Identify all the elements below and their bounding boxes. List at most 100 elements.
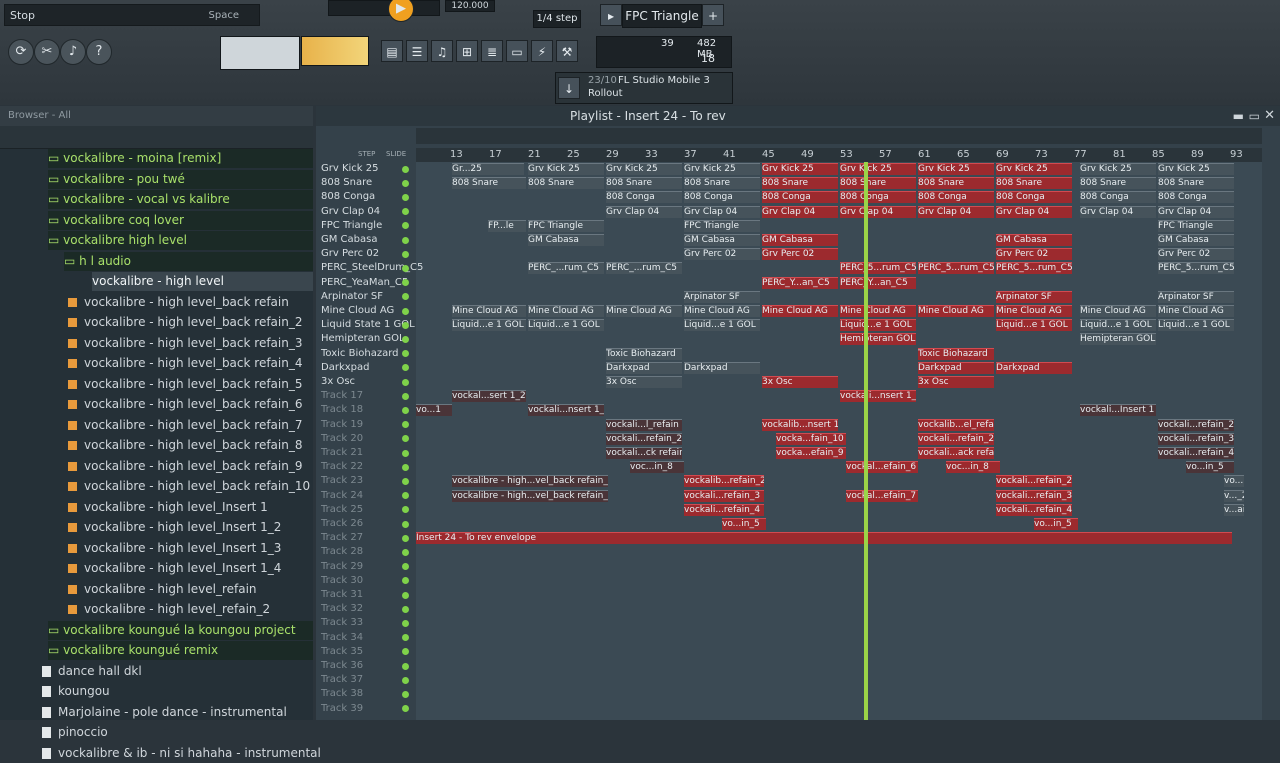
playlist-clip[interactable]: vockal...efain_6 xyxy=(846,461,918,474)
track-name[interactable]: Track 32 xyxy=(321,602,363,616)
track-name[interactable]: Track 23 xyxy=(321,474,363,488)
news-panel[interactable]: ↓ 23/10 FL Studio Mobile 3 Rollout xyxy=(555,72,733,104)
playlist-clip[interactable]: 808 Conga xyxy=(606,191,682,204)
playlist-clip[interactable]: PERC_...rum_C5 xyxy=(606,262,682,275)
playlist-clip[interactable]: vockali...refain_2 xyxy=(606,432,682,445)
playlist-clip[interactable]: vockali...nsert 1_3 xyxy=(528,404,604,417)
track-mute-led[interactable] xyxy=(402,236,409,244)
playlist-clip[interactable]: Grv Perc 02 xyxy=(1158,248,1234,261)
playlist-clip[interactable]: vockali...refain_2 xyxy=(918,432,994,445)
track-name[interactable]: Grv Kick 25 xyxy=(321,162,379,176)
playlist-clip[interactable]: vockali...refain_3 xyxy=(996,489,1072,502)
track-name[interactable]: PERC_YeaMan_C5 xyxy=(321,276,408,290)
track-name[interactable]: Track 17 xyxy=(321,389,363,403)
playlist-clip[interactable]: vockali...Insert 1 xyxy=(1080,404,1156,417)
loop-record-icon[interactable]: ⟳ xyxy=(8,39,34,65)
playlist-clip[interactable]: 808 Snare xyxy=(606,177,682,190)
playlist-clip[interactable]: Liquid...e 1 GOL xyxy=(1080,319,1156,332)
browser-file[interactable]: vockalibre - high level_refain_2 xyxy=(68,600,313,619)
playlist-clip[interactable]: Mine Cloud AG xyxy=(762,305,838,317)
track-name[interactable]: 808 Conga xyxy=(321,190,375,204)
playlist-clip[interactable]: 808 Snare xyxy=(918,177,994,190)
playlist-clip[interactable]: PERC_Y...an_C5 xyxy=(840,276,916,289)
browser-file[interactable]: vockalibre - high level_back refain_8 xyxy=(68,436,313,455)
playlist-clip[interactable]: Grv Clap 04 xyxy=(606,205,682,218)
track-mute-led[interactable] xyxy=(402,705,409,713)
track-name[interactable]: Track 37 xyxy=(321,673,363,687)
playlist-clip[interactable]: FPC Triangle xyxy=(528,219,604,232)
playlist-clip[interactable]: Grv Clap 04 xyxy=(762,205,838,218)
browser-folder[interactable]: ▭ vockalibre - vocal vs kalibre xyxy=(48,190,313,209)
playlist-clip[interactable]: Liquid...e 1 GOL xyxy=(1158,319,1234,332)
track-mute-led[interactable] xyxy=(402,307,409,315)
track-name[interactable]: Track 25 xyxy=(321,503,363,517)
playlist-clip[interactable]: vo...1 xyxy=(416,404,452,417)
playlist-clip[interactable]: Toxic Biohazard xyxy=(918,347,994,360)
track-area[interactable]: Gr...25 Grv Kick 25 Grv Kick 25 Grv Kick 25… xyxy=(416,162,1262,720)
track-mute-led[interactable] xyxy=(402,577,409,585)
track-name[interactable]: Track 36 xyxy=(321,659,363,673)
track-mute-led[interactable] xyxy=(402,406,409,414)
track-mute-led[interactable] xyxy=(402,378,409,386)
playlist-clip[interactable]: Grv Clap 04 xyxy=(1080,205,1156,218)
playhead[interactable] xyxy=(864,162,868,720)
playlist-clip[interactable]: 808 Snare xyxy=(996,177,1072,190)
playlist-clip[interactable]: Grv Clap 04 xyxy=(918,205,994,218)
playlist-clip[interactable]: Mine Cloud AG xyxy=(1080,305,1156,317)
playlist-clip[interactable]: FPC Triangle xyxy=(684,219,760,232)
playlist-clip[interactable]: Darkxpad xyxy=(606,361,682,374)
playlist-clip[interactable]: v...ain xyxy=(1224,503,1244,516)
tools-icon[interactable]: ⚒ xyxy=(556,40,578,62)
close-icon[interactable]: ✕ xyxy=(1264,108,1275,123)
track-name[interactable]: Track 19 xyxy=(321,418,363,432)
track-mute-led[interactable] xyxy=(402,520,409,528)
channel-add-button[interactable]: + xyxy=(702,4,724,26)
playlist-clip[interactable]: 808 Conga xyxy=(762,191,838,204)
track-name[interactable]: Track 28 xyxy=(321,545,363,559)
playlist-clip[interactable]: Grv Kick 25 xyxy=(1158,163,1234,175)
playlist-clip[interactable]: Liquid...e 1 GOL xyxy=(528,319,604,332)
track-mute-led[interactable] xyxy=(402,392,409,400)
playlist-clip[interactable]: vockali...refain_4 xyxy=(1158,447,1234,459)
track-mute-led[interactable] xyxy=(402,321,409,329)
browser-document[interactable]: pinoccio xyxy=(42,723,313,742)
playlist-clip[interactable]: GM Cabasa xyxy=(996,234,1072,246)
minimize-icon[interactable]: ▬ xyxy=(1233,109,1244,123)
playlist-clip[interactable]: PERC_5...rum_C5 xyxy=(840,262,916,275)
browser-folder[interactable]: ▭ vockalibre koungué la koungou project xyxy=(48,620,313,640)
playlist-clip[interactable]: vockali...refain_4 xyxy=(684,503,764,516)
browser-document[interactable]: vockalibre & ib - ni si hahaha - instrum… xyxy=(42,744,321,763)
track-name[interactable]: Track 31 xyxy=(321,588,363,602)
plugin-icon[interactable]: ⚡ xyxy=(531,40,553,62)
playlist-clip[interactable]: PERC_...rum_C5 xyxy=(528,262,604,275)
playlist-clip[interactable]: vockalib...nsert 1_4 xyxy=(762,418,838,431)
browser-icon[interactable]: ⊞ xyxy=(456,40,478,62)
playlist-clip[interactable]: Darkxpad xyxy=(996,361,1072,374)
track-mute-led[interactable] xyxy=(402,435,409,443)
track-mute-led[interactable] xyxy=(402,350,409,358)
track-name[interactable]: Track 21 xyxy=(321,446,363,460)
track-name[interactable]: Track 38 xyxy=(321,687,363,701)
playlist-clip[interactable]: vockalib...el_refain xyxy=(918,418,994,431)
playlist-clip[interactable]: Arpinator SF xyxy=(996,290,1072,303)
playlist-clip[interactable]: voc...in_8 xyxy=(630,461,684,474)
track-mute-led[interactable] xyxy=(402,165,409,173)
playlist-clip[interactable]: vocka...efain_9 xyxy=(776,447,846,459)
track-name[interactable]: Grv Perc 02 xyxy=(321,247,379,261)
playlist-clip[interactable]: Grv Kick 25 xyxy=(606,163,682,175)
browser-file[interactable]: vockalibre - high level_Insert 1_3 xyxy=(68,539,313,558)
playlist-clip[interactable]: 808 Conga xyxy=(918,191,994,204)
browser-file[interactable]: vockalibre - high level_back refain_7 xyxy=(68,416,313,435)
track-mute-led[interactable] xyxy=(402,449,409,457)
track-name[interactable]: Track 22 xyxy=(321,460,363,474)
browser-file[interactable]: vockalibre - high level_back refain_4 xyxy=(68,354,313,373)
playlist-clip[interactable]: PERC_5...rum_C5 xyxy=(996,262,1072,275)
timeline-ruler[interactable]: 13 17 21 25 29 33 37 41 45 49 53 57 61 65 69 73 77 81 85 89… xyxy=(416,148,1262,162)
track-name[interactable]: Toxic Biohazard xyxy=(321,347,398,361)
playlist-clip[interactable]: vo...in_5 xyxy=(1186,461,1234,474)
browser-file[interactable]: vockalibre - high level_Insert 1 xyxy=(68,498,313,517)
help-icon[interactable]: ? xyxy=(86,39,112,65)
track-mute-led[interactable] xyxy=(402,648,409,656)
browser-folder[interactable]: ▭ vockalibre high level xyxy=(48,231,313,250)
playlist-clip[interactable]: vockali...ack refain xyxy=(918,447,994,459)
